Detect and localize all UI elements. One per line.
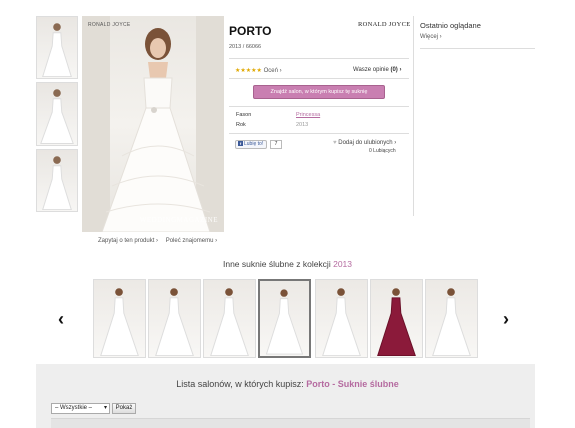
dress-image bbox=[155, 288, 194, 357]
rating[interactable]: ★★★★★ Oceń › bbox=[235, 67, 282, 74]
region-filter-select[interactable]: – Wszystkie – bbox=[51, 403, 110, 414]
main-product-photo[interactable]: RONALD JOYCE WEDDINGMAGAZINE bbox=[82, 16, 224, 232]
divider bbox=[229, 58, 409, 59]
prev-arrow-icon[interactable]: ‹ bbox=[58, 310, 64, 328]
salon-list-header bbox=[51, 418, 530, 428]
ask-about-product-link[interactable]: Zapytaj o ten produkt › bbox=[98, 238, 158, 244]
dress-image bbox=[40, 89, 74, 144]
collection-dress[interactable] bbox=[203, 279, 256, 358]
thumbnail-2[interactable] bbox=[36, 82, 78, 146]
recently-viewed-more-link[interactable]: Więcej › bbox=[420, 34, 442, 40]
dress-image bbox=[82, 16, 224, 232]
star-rating-icon: ★★★★★ bbox=[235, 68, 262, 74]
dress-image bbox=[42, 156, 72, 211]
attribute-label: Fason bbox=[236, 112, 252, 118]
add-to-favorites-link[interactable]: ♥ Dodaj do ulubionych › bbox=[333, 140, 396, 146]
collection-dress[interactable] bbox=[315, 279, 368, 358]
dress-image bbox=[42, 23, 72, 78]
salon-list-heading: Lista salonów, w których kupisz: Porto -… bbox=[176, 379, 399, 389]
photo-links: Zapytaj o ten produkt › Poleć znajomemu … bbox=[98, 238, 223, 244]
show-button[interactable]: Pokaż bbox=[112, 403, 136, 414]
collection-year: 2013 bbox=[333, 259, 353, 269]
recommend-link[interactable]: Poleć znajomemu › bbox=[166, 238, 217, 244]
dress-image bbox=[100, 288, 139, 357]
dress-image bbox=[265, 289, 304, 355]
collection-title: Inne suknie ślubne z kolekcji 2013 bbox=[222, 259, 353, 269]
salon-list-link[interactable]: Porto - Suknie ślubne bbox=[306, 379, 399, 389]
facebook-icon: f bbox=[238, 141, 243, 146]
product-code: 2013 / 66066 bbox=[229, 44, 262, 50]
like-count: 7 bbox=[270, 140, 282, 149]
divider bbox=[229, 78, 409, 79]
divider bbox=[229, 133, 409, 134]
attribute-value-year: 2013 bbox=[296, 122, 309, 128]
reviews-link[interactable]: Wasze opinie (0) › bbox=[353, 67, 401, 73]
dress-image bbox=[377, 288, 416, 357]
find-salon-button[interactable]: Znajdź salon, w którym kupisz tę suknię bbox=[253, 85, 385, 99]
attribute-label: Rok bbox=[236, 122, 246, 128]
product-title: PORTO bbox=[229, 24, 272, 38]
favorites-count: 0 Lubiących bbox=[369, 148, 396, 154]
divider bbox=[420, 48, 535, 49]
brand-logo[interactable]: RONALD JOYCE bbox=[358, 21, 411, 28]
next-arrow-icon[interactable]: › bbox=[503, 310, 509, 328]
collection-dress[interactable] bbox=[370, 279, 423, 358]
recently-viewed-title: Ostatnio oglądane bbox=[420, 21, 481, 30]
collection-dress-active[interactable] bbox=[258, 279, 311, 358]
attribute-value-fason[interactable]: Princessa bbox=[296, 112, 320, 118]
collection-dress[interactable] bbox=[148, 279, 201, 358]
collection-dress[interactable] bbox=[93, 279, 146, 358]
photo-brand-tag: RONALD JOYCE bbox=[88, 22, 131, 28]
column-divider bbox=[413, 16, 414, 216]
thumbnail-3[interactable] bbox=[36, 149, 78, 212]
dress-image bbox=[210, 288, 249, 357]
dress-image bbox=[322, 288, 361, 357]
thumbnail-1[interactable] bbox=[36, 16, 78, 79]
facebook-like-button[interactable]: f Lubię to! bbox=[235, 140, 267, 149]
rate-link[interactable]: Oceń › bbox=[264, 68, 282, 74]
watermark: WEDDINGMAGAZINE bbox=[139, 216, 218, 224]
collection-dress[interactable] bbox=[425, 279, 478, 358]
dress-image bbox=[432, 288, 471, 357]
divider bbox=[229, 106, 409, 107]
